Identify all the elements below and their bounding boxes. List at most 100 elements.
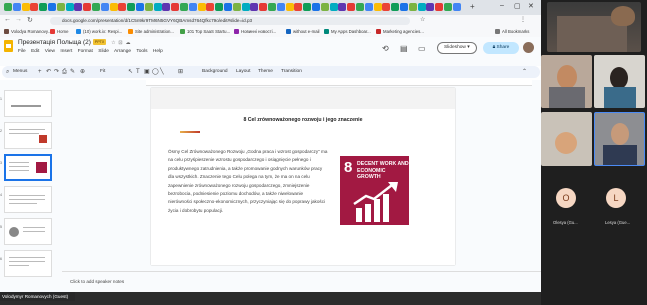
- account-avatar[interactable]: [523, 42, 534, 53]
- browser-tab[interactable]: [250, 3, 259, 11]
- browser-tab[interactable]: [347, 3, 356, 11]
- menu-help[interactable]: Help: [153, 49, 163, 54]
- browser-tab[interactable]: [109, 3, 118, 11]
- browser-tab[interactable]: [12, 3, 21, 11]
- theme-button[interactable]: Theme: [258, 68, 273, 76]
- browser-tab[interactable]: [39, 3, 48, 11]
- sdg8-image[interactable]: 8 DECENT WORK AND ECONOMIC GROWTH: [340, 156, 409, 225]
- browser-tab[interactable]: [276, 3, 285, 11]
- participant-video-tile[interactable]: [541, 112, 592, 166]
- browser-tab[interactable]: [408, 3, 417, 11]
- browser-tab[interactable]: [100, 3, 109, 11]
- comment-add-icon[interactable]: ⊞: [178, 67, 183, 77]
- slide-body-text[interactable]: Ósmy Cel Zrównoważonego Rozwoju „Godna p…: [168, 148, 328, 215]
- layout-button[interactable]: Layout: [236, 68, 250, 76]
- browser-tab[interactable]: [426, 3, 435, 11]
- menu-format[interactable]: Format: [78, 49, 93, 54]
- select-tool-icon[interactable]: ↖: [128, 67, 133, 77]
- menu-insert[interactable]: Insert: [60, 49, 72, 54]
- bookmark-item[interactable]: Volodya Romanovy...: [4, 28, 51, 36]
- bookmark-item[interactable]: Site administration...: [128, 28, 174, 36]
- browser-tab[interactable]: [294, 3, 303, 11]
- browser-tab[interactable]: [452, 3, 461, 11]
- add-slide-icon[interactable]: +: [38, 67, 42, 77]
- browser-tab[interactable]: [364, 3, 373, 11]
- bookmark-item[interactable]: My Apps Dashboar...: [324, 28, 371, 36]
- browser-tab[interactable]: [4, 3, 12, 11]
- current-slide[interactable]: 8 Cel zrównoważonego rozwoju i jego znac…: [151, 88, 455, 265]
- menu-slide[interactable]: Slide: [98, 49, 109, 54]
- menu-arrange[interactable]: Arrange: [114, 49, 131, 54]
- share-button[interactable]: 🔒︎ Share: [483, 42, 519, 54]
- browser-tab[interactable]: [136, 3, 144, 11]
- browser-tab[interactable]: [329, 3, 338, 11]
- browser-tab[interactable]: [435, 3, 444, 11]
- bookmark-item[interactable]: (10) work.ix: Respi...: [76, 28, 122, 36]
- bookmark-item[interactable]: Marketing agencies...: [376, 28, 424, 36]
- slide-thumbnail[interactable]: [4, 122, 52, 149]
- close-window-icon[interactable]: ✕: [528, 2, 534, 10]
- browser-tab[interactable]: [83, 3, 92, 11]
- notes-divider[interactable]: [62, 271, 541, 272]
- menu-tools[interactable]: Tools: [136, 49, 147, 54]
- slideshow-button[interactable]: Slideshow ▾: [437, 42, 477, 54]
- background-button[interactable]: Background: [202, 68, 228, 76]
- participant-video-tile-active[interactable]: [594, 112, 645, 166]
- browser-tab[interactable]: [338, 3, 347, 11]
- browser-tab[interactable]: [417, 3, 426, 11]
- browser-tab[interactable]: [320, 3, 329, 11]
- browser-tab[interactable]: [48, 3, 56, 11]
- speaker-notes[interactable]: Click to add speaker notes: [70, 279, 124, 284]
- browser-tab[interactable]: [303, 3, 312, 11]
- browser-tab[interactable]: [382, 3, 391, 11]
- browser-tab[interactable]: [65, 3, 74, 11]
- cloud-icon[interactable]: ☁: [125, 40, 130, 46]
- zoom-icon[interactable]: ⊕: [80, 67, 85, 77]
- browser-tab[interactable]: [391, 3, 400, 11]
- browser-tab[interactable]: [356, 3, 364, 11]
- line-icon[interactable]: ╲: [160, 67, 164, 77]
- slides-logo-icon[interactable]: [4, 40, 13, 52]
- image-icon[interactable]: ▣: [144, 67, 150, 77]
- browser-tab[interactable]: [127, 3, 136, 11]
- reload-icon[interactable]: ↻: [27, 16, 33, 24]
- menu-edit[interactable]: Edit: [31, 49, 39, 54]
- bookmark-item[interactable]: Новинні новості...: [234, 28, 276, 36]
- slide-thumbnail[interactable]: [4, 250, 52, 277]
- browser-tab[interactable]: [215, 3, 224, 11]
- print-icon[interactable]: ⎙: [62, 67, 67, 77]
- browser-tab[interactable]: [153, 3, 162, 11]
- video-call-icon[interactable]: ▭: [418, 44, 426, 54]
- browser-tab[interactable]: [92, 3, 100, 11]
- collapse-icon[interactable]: ⌃: [522, 67, 527, 77]
- browser-tab[interactable]: [312, 3, 320, 11]
- browser-tab[interactable]: [144, 3, 153, 11]
- browser-tab[interactable]: [259, 3, 268, 11]
- search-menus[interactable]: Menus: [13, 68, 27, 76]
- browser-tab[interactable]: [197, 3, 206, 11]
- participant-video-tile[interactable]: [541, 55, 592, 108]
- browser-tab[interactable]: [224, 3, 232, 11]
- slide-thumbnail-selected[interactable]: [4, 154, 52, 181]
- browser-tab[interactable]: [268, 3, 276, 11]
- move-icon[interactable]: ⊡: [118, 40, 122, 46]
- browser-tab[interactable]: [30, 3, 39, 11]
- zoom-select[interactable]: Fit: [100, 68, 105, 76]
- browser-tab[interactable]: [21, 3, 30, 11]
- forward-icon[interactable]: →: [15, 16, 22, 23]
- browser-tab[interactable]: [444, 3, 452, 11]
- slide-thumbnail[interactable]: [4, 90, 52, 117]
- slide-title[interactable]: 8 Cel zrównoważonego rozwoju i jego znac…: [151, 117, 455, 123]
- slide-thumbnail[interactable]: [4, 218, 52, 245]
- transition-button[interactable]: Transition: [281, 68, 302, 76]
- star-icon[interactable]: ☆: [111, 40, 115, 46]
- minimize-icon[interactable]: –: [500, 2, 504, 9]
- undo-icon[interactable]: ↶: [46, 67, 51, 77]
- bookmark-item[interactable]: 101 Top SaaS Startu...: [180, 28, 230, 36]
- browser-tab[interactable]: [241, 3, 250, 11]
- bookmark-item[interactable]: Home: [50, 28, 68, 36]
- bookmark-star-icon[interactable]: ☆: [420, 16, 425, 23]
- browser-tab[interactable]: [285, 3, 294, 11]
- browser-tab[interactable]: [162, 3, 171, 11]
- bookmark-item[interactable]: without e-mail: [286, 28, 320, 36]
